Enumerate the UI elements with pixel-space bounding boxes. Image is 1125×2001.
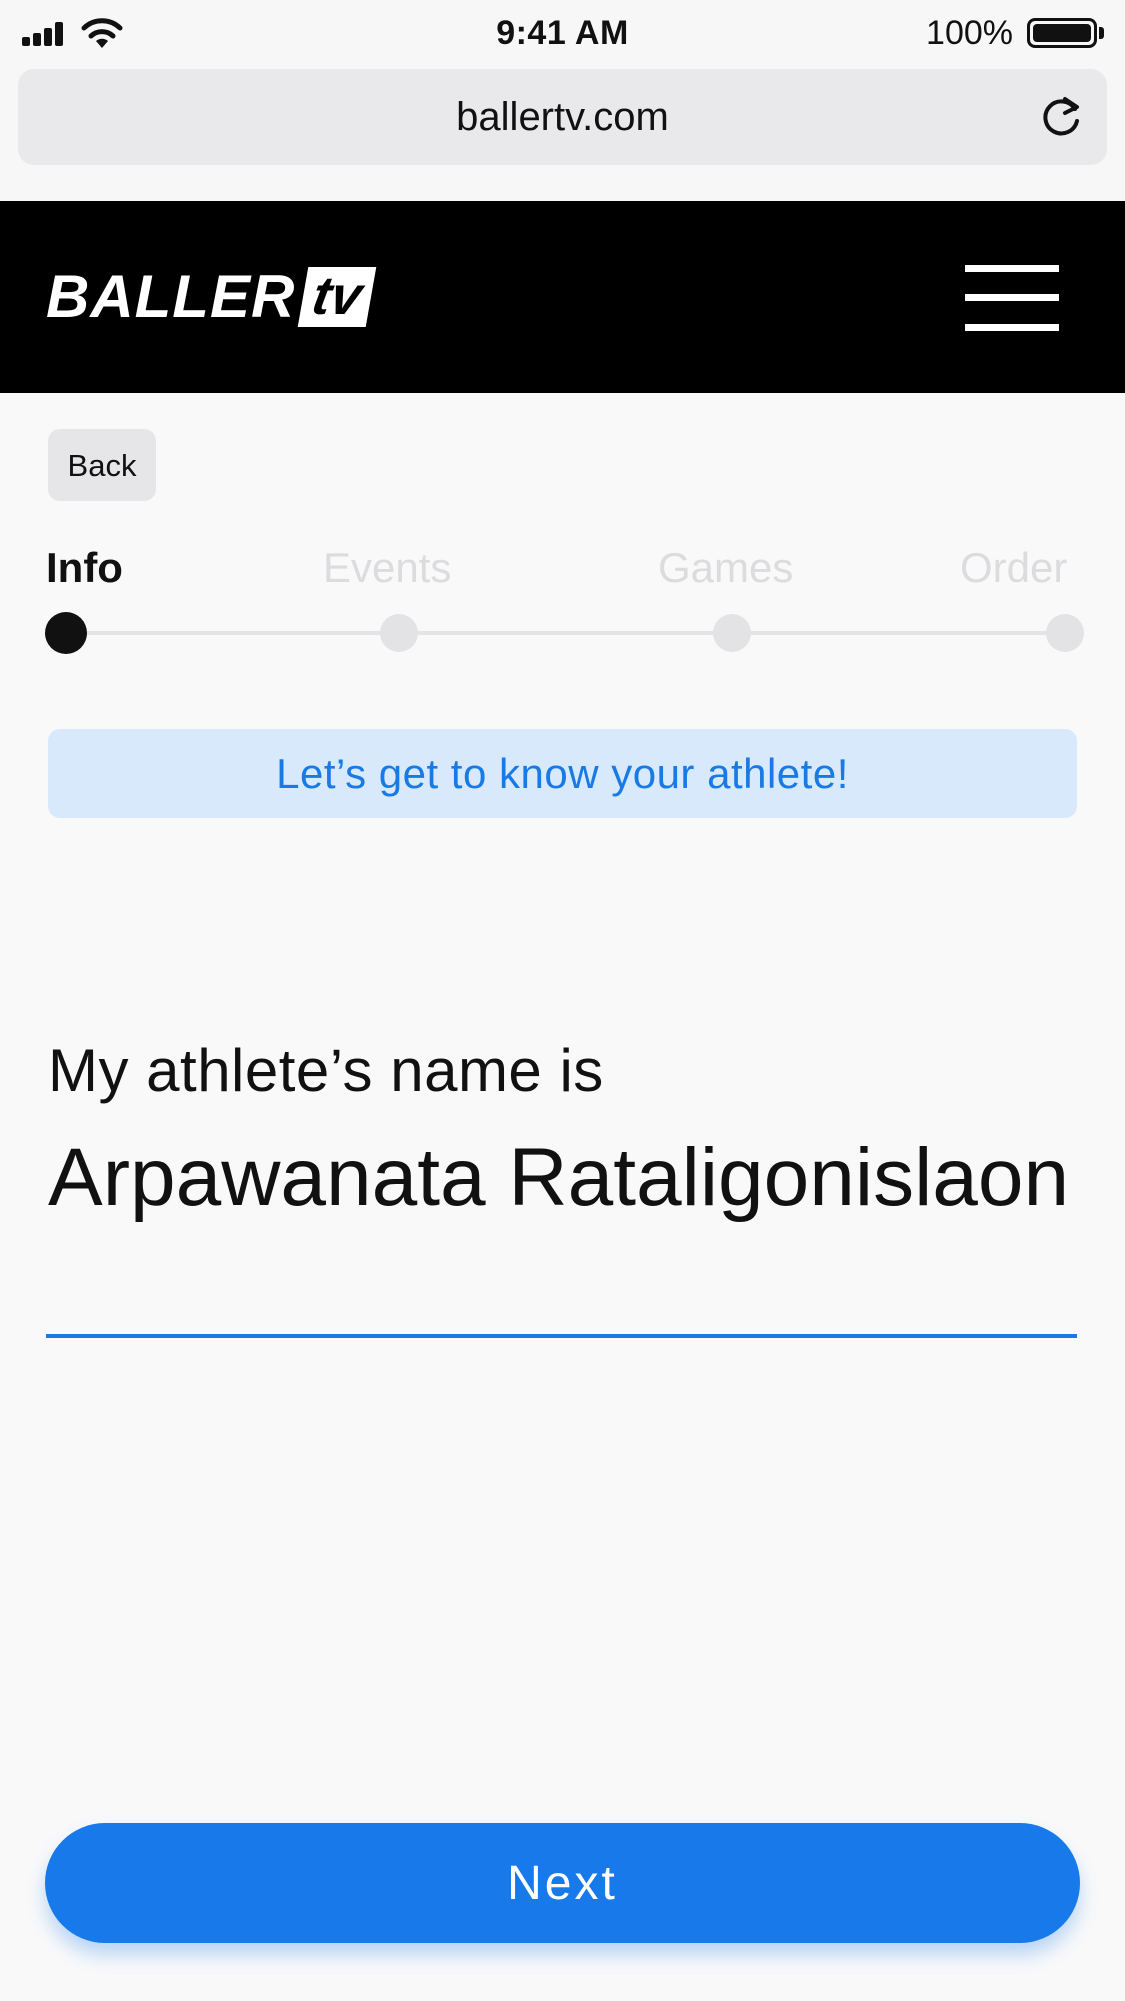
ballertv-logo[interactable]: BALLER tv — [46, 263, 377, 331]
step-label-events: Events — [323, 544, 452, 591]
step-dot-info — [45, 612, 87, 654]
step-dot-games — [713, 614, 751, 652]
next-button[interactable]: Next — [45, 1823, 1080, 1943]
step-dot-order — [1046, 614, 1084, 652]
address-bar[interactable]: ballertv.com — [18, 69, 1107, 165]
battery-tip — [1099, 27, 1104, 39]
browser-toolbar: ballertv.com — [0, 66, 1125, 201]
step-dot-events — [380, 614, 418, 652]
url-text[interactable]: ballertv.com — [18, 95, 1107, 140]
reload-icon[interactable] — [1035, 91, 1087, 143]
step-label-games: Games — [658, 544, 794, 591]
battery-percent: 100% — [926, 14, 1013, 52]
step-label-order: Order — [960, 544, 1068, 591]
site-header: BALLER tv — [0, 201, 1125, 393]
logo-badge: tv — [298, 266, 377, 327]
logo-wordmark: BALLER — [46, 263, 296, 330]
back-button[interactable]: Back — [48, 429, 156, 501]
hamburger-menu-icon[interactable] — [965, 265, 1059, 331]
name-prompt: My athlete’s name is — [48, 1037, 604, 1104]
battery-icon — [1027, 18, 1097, 48]
athlete-name-input[interactable]: Arpawanata Rataligonislaon — [46, 1128, 1077, 1338]
intro-banner: Let’s get to know your athlete! — [48, 729, 1077, 818]
step-label-info: Info — [46, 544, 123, 591]
stepper-track — [66, 631, 1064, 635]
status-bar: 9:41 AM 100% — [0, 0, 1125, 66]
